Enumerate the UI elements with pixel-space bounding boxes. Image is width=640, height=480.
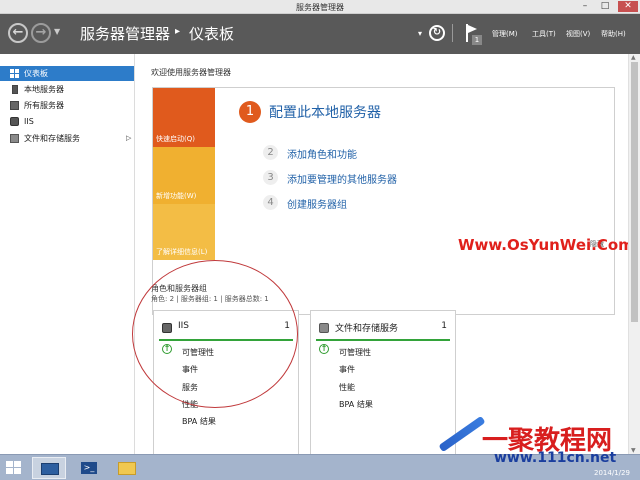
add-roles-link[interactable]: 添加角色和功能 [287,146,357,161]
step-number-4: 4 [263,195,278,210]
main-scrollbar[interactable]: ▲ ▼ [628,54,640,454]
tile-whats-new[interactable]: 新增功能(W) [153,147,215,204]
close-button[interactable]: ✕ [618,1,638,12]
watermark-url: www.111cn.net [494,450,617,466]
card-title: 文件和存储服务 [335,324,399,334]
scroll-up-icon[interactable]: ▲ [631,54,636,61]
watermark-111cn: 一聚教程网 www.111cn.net [432,415,637,470]
refresh-icon[interactable]: ↻ [429,25,445,41]
create-server-group-link[interactable]: 创建服务器组 [287,196,347,211]
title-bar: 服务器管理器 – □ ✕ [0,0,640,14]
dashboard-icon [10,69,19,78]
window-title: 服务器管理器 [296,3,344,12]
expand-arrow-icon[interactable]: ▷ [126,131,131,146]
menu-manage[interactable]: 管理(M) [492,29,518,39]
sidebar-item-label: 仪表板 [24,69,48,78]
menu-view[interactable]: 视图(V) [566,29,590,39]
server-manager-icon [41,463,59,475]
card-row-events[interactable]: 事件 [339,364,355,375]
step-number-2: 2 [263,145,278,160]
taskbar-powershell[interactable]: >_ [72,457,106,479]
sidebar-item-label: 本地服务器 [24,85,64,94]
header-divider [452,24,453,42]
status-ok-icon: ↑ [319,344,329,354]
highlight-circle [132,260,298,408]
sidebar-item-label: IIS [24,117,34,126]
card-row-bpa[interactable]: BPA 结果 [339,399,373,410]
watermark-osyunwei: Www.OsYunWei.Com [458,236,634,254]
step-number-3: 3 [263,170,278,185]
tile-learn-more[interactable]: 了解详细信息(L) [153,204,215,260]
servers-icon [10,101,19,110]
file-storage-icon [10,134,19,143]
sidebar: 仪表板 本地服务器 所有服务器 IIS 文件和存储服务 ▷ [0,54,135,454]
file-storage-icon [319,323,329,333]
taskbar-server-manager[interactable] [32,457,66,479]
tile-quick-start[interactable]: 快速启动(Q) [153,88,215,147]
forward-arrow-icon[interactable]: → [31,23,51,43]
sidebar-item-dashboard[interactable]: 仪表板 [0,66,134,81]
minimize-button[interactable]: – [578,1,592,12]
tile-label: 新增功能(W) [156,192,197,200]
tray-date: 2014/1/29 [594,469,630,477]
breadcrumb-root[interactable]: 服务器管理器 [80,23,170,44]
tile-label: 了解详细信息(L) [156,248,208,256]
header-dropdown-icon[interactable]: ▾ [418,29,422,38]
breadcrumb-separator-icon: ▸ [175,26,181,37]
menu-tools[interactable]: 工具(T) [532,29,556,39]
folder-icon [118,462,136,475]
welcome-title: 欢迎使用服务器管理器 [151,68,231,77]
card-row-bpa[interactable]: BPA 结果 [182,416,216,427]
card-row-performance[interactable]: 性能 [339,382,355,393]
scrollbar-thumb[interactable] [631,62,638,322]
breadcrumb-current: 仪表板 [189,25,235,43]
card-count: 1 [441,321,447,331]
taskbar-explorer[interactable] [110,457,144,479]
sidebar-item-label: 文件和存储服务 [24,134,80,143]
configure-local-server-link[interactable]: 配置此本地服务器 [269,102,381,122]
server-icon [12,85,18,94]
sidebar-item-iis[interactable]: IIS [0,114,134,129]
step-number-1: 1 [239,101,261,123]
powershell-icon: >_ [81,462,97,474]
iis-icon [10,117,19,126]
header-bar: ← → ▼ 服务器管理器 ▸ 仪表板 ▾ ↻ 1 管理(M) 工具(T) 视图(… [0,14,640,54]
notification-flag-icon[interactable]: 1 [463,24,485,46]
sidebar-item-label: 所有服务器 [24,101,64,110]
maximize-button[interactable]: □ [598,1,612,12]
notification-count: 1 [472,35,482,45]
pencil-icon [438,415,486,453]
card-row-manageability[interactable]: 可管理性 [339,347,371,358]
sidebar-item-local-server[interactable]: 本地服务器 [0,82,134,97]
add-servers-link[interactable]: 添加要管理的其他服务器 [287,171,397,186]
sidebar-item-all-servers[interactable]: 所有服务器 [0,98,134,113]
back-arrow-icon[interactable]: ← [8,23,28,43]
flag-cloth [468,25,477,33]
windows-start-icon[interactable] [6,461,22,475]
tile-label: 快速启动(Q) [156,135,195,143]
sidebar-item-file-storage[interactable]: 文件和存储服务 ▷ [0,131,134,146]
card-status-bar [316,339,450,341]
history-dropdown-icon[interactable]: ▼ [54,27,60,36]
menu-help[interactable]: 帮助(H) [601,29,626,39]
